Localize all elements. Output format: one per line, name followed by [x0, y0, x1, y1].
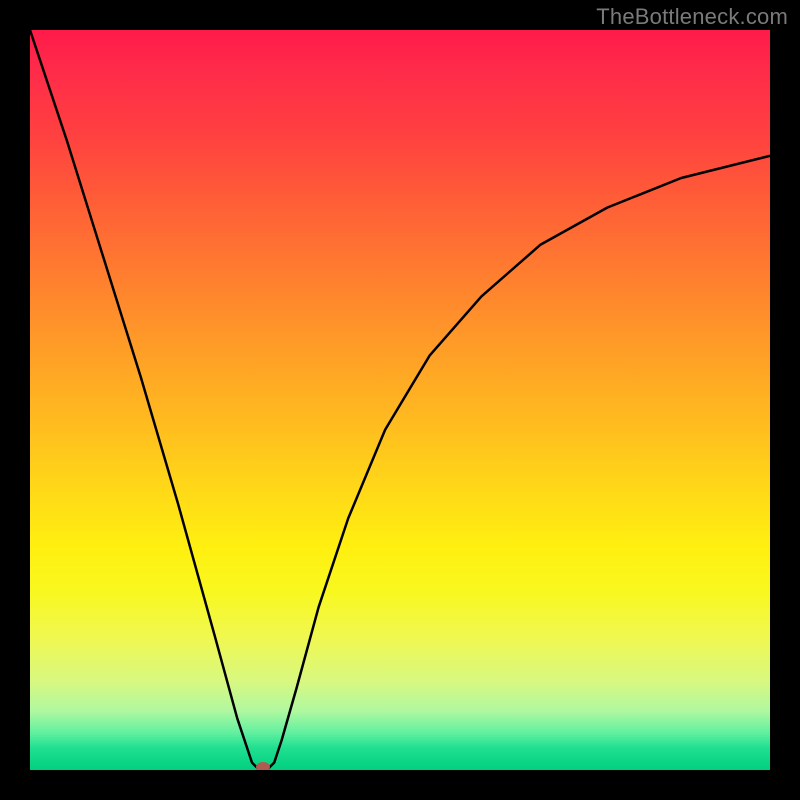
watermark-text: TheBottleneck.com: [596, 4, 788, 30]
plot-area: [30, 30, 770, 770]
chart-frame: TheBottleneck.com: [0, 0, 800, 800]
optimal-point-marker: [256, 762, 270, 770]
bottleneck-curve: [30, 30, 770, 770]
